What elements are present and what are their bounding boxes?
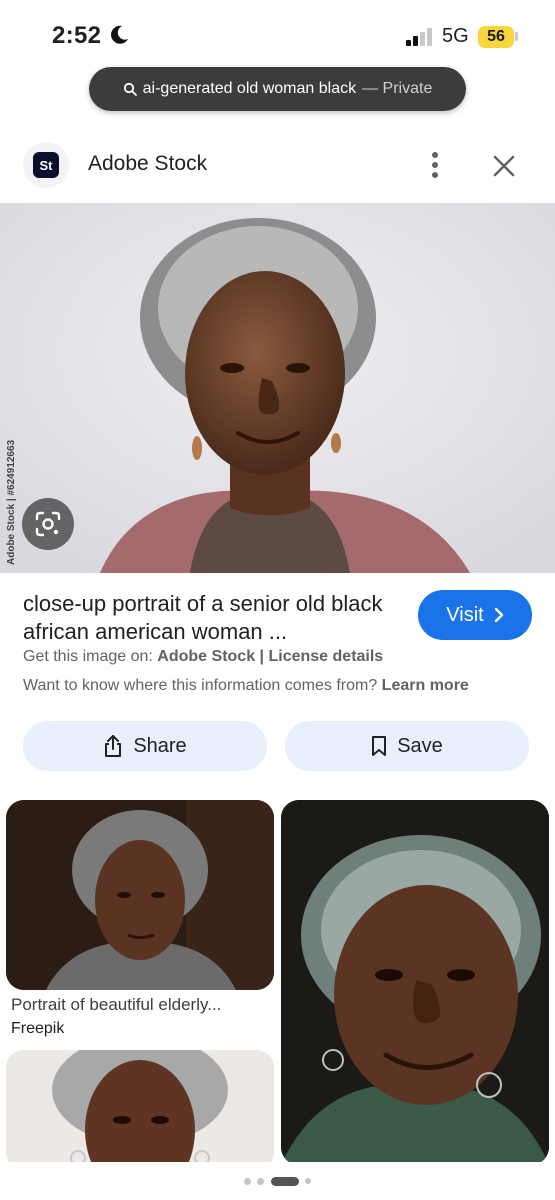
related-source: Freepik xyxy=(11,1020,65,1037)
status-time: 2:52 xyxy=(52,22,102,49)
info-line: Want to know where this information come… xyxy=(23,677,469,694)
visit-label: Visit xyxy=(446,603,484,626)
private-label: — Private xyxy=(362,80,433,97)
main-image[interactable] xyxy=(0,203,555,573)
related-image-3[interactable] xyxy=(6,1050,274,1170)
portrait-illustration xyxy=(0,203,555,573)
related-image-1-illustration xyxy=(6,800,274,990)
lens-icon xyxy=(35,511,61,537)
save-button[interactable]: Save xyxy=(285,721,529,771)
result-title[interactable]: close-up portrait of a senior old black … xyxy=(23,590,403,646)
share-label: Share xyxy=(133,734,187,757)
related-image-2[interactable] xyxy=(281,800,549,1165)
page-indicator xyxy=(0,1162,555,1200)
source-header: St Adobe Stock xyxy=(0,130,555,202)
status-bar: 2:52 5G 56 xyxy=(0,0,555,64)
related-caption[interactable]: Portrait of beautiful elderly... xyxy=(11,995,271,1015)
battery-tip xyxy=(515,32,518,41)
page-dot[interactable] xyxy=(244,1178,251,1185)
share-icon xyxy=(105,735,122,757)
related-image-1[interactable] xyxy=(6,800,274,990)
source-logo: St xyxy=(23,142,69,188)
source-line: Get this image on: Adobe Stock | License… xyxy=(23,648,384,665)
chevron-right-icon xyxy=(494,607,503,623)
moon-icon xyxy=(111,25,128,44)
related-image-3-illustration xyxy=(6,1050,274,1170)
battery-level: 56 xyxy=(478,26,514,48)
lens-button[interactable] xyxy=(22,498,74,550)
signal-icon xyxy=(406,28,432,46)
page-dot[interactable] xyxy=(305,1178,311,1184)
bookmark-icon xyxy=(372,736,387,756)
source-name: Adobe Stock xyxy=(88,152,208,175)
image-watermark: Adobe Stock | #624912663 xyxy=(6,439,17,565)
network-type: 5G xyxy=(442,25,469,47)
visit-button[interactable]: Visit xyxy=(418,590,532,640)
page-dot[interactable] xyxy=(257,1178,264,1185)
source-link[interactable]: Adobe Stock xyxy=(157,648,255,665)
page-dot-active[interactable] xyxy=(271,1177,299,1186)
search-icon xyxy=(123,82,137,96)
more-vert-icon[interactable] xyxy=(420,148,450,182)
adobe-stock-logo: St xyxy=(33,152,59,178)
search-pill[interactable]: ai-generated old woman black — Private xyxy=(89,67,466,111)
share-button[interactable]: Share xyxy=(23,721,267,771)
related-image-2-illustration xyxy=(281,800,549,1165)
search-query: ai-generated old woman black xyxy=(142,80,357,97)
close-icon[interactable] xyxy=(488,150,520,182)
learn-more-link[interactable]: Learn more xyxy=(382,677,469,694)
license-details-link[interactable]: License details xyxy=(268,648,383,665)
save-label: Save xyxy=(397,734,443,757)
